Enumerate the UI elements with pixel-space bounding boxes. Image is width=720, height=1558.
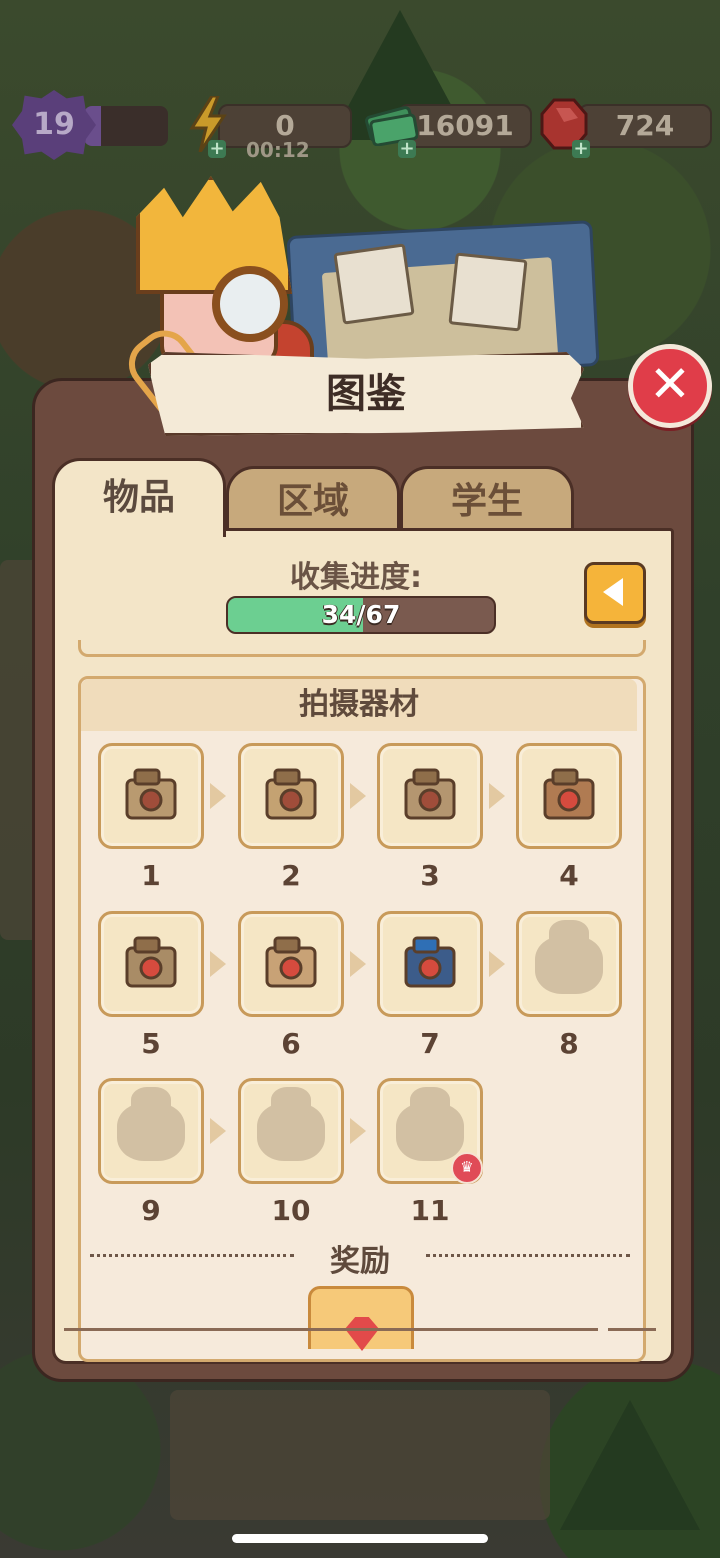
previous-category-edge xyxy=(78,640,646,657)
add-energy-icon[interactable]: + xyxy=(208,140,226,158)
item-number: 4 xyxy=(559,859,579,892)
camera-stage-2-icon xyxy=(241,746,341,846)
reward-item-card[interactable] xyxy=(308,1286,414,1351)
tab-label: 物品 xyxy=(102,477,175,518)
collapse-arrow-button[interactable] xyxy=(584,562,646,624)
collection-item-card[interactable] xyxy=(377,743,483,849)
collection-item-card[interactable] xyxy=(238,743,344,849)
collection-item-card[interactable] xyxy=(98,911,204,1017)
level-progress-bar xyxy=(84,106,168,146)
item-number: 11 xyxy=(410,1194,450,1227)
category-title: 拍摄器材 xyxy=(81,679,637,731)
dotted-line xyxy=(426,1254,630,1257)
locked-silhouette-icon xyxy=(241,1081,341,1181)
camera-stage-3-icon xyxy=(380,746,480,846)
collection-item-card[interactable] xyxy=(98,743,204,849)
energy-timer: 00:12 xyxy=(246,138,310,162)
collection-progress-bar: 34/67 xyxy=(226,596,496,634)
tree-decoration xyxy=(560,1400,700,1530)
add-gems-icon[interactable]: + xyxy=(572,140,590,158)
next-arrow-icon xyxy=(210,783,226,809)
locked-silhouette-icon xyxy=(519,914,619,1014)
scroll-edge-line xyxy=(64,1328,598,1331)
camera-stage-5-icon xyxy=(101,914,201,1014)
camera-stage-6-icon xyxy=(241,914,341,1014)
collection-item-card[interactable] xyxy=(238,911,344,1017)
camera-stage-4-icon xyxy=(519,746,619,846)
item-number: 5 xyxy=(141,1027,161,1060)
next-arrow-icon xyxy=(489,951,505,977)
add-cash-icon[interactable]: + xyxy=(398,140,416,158)
close-button[interactable]: ✕ xyxy=(628,344,712,428)
item-number: 1 xyxy=(141,859,161,892)
tab-label: 学生 xyxy=(450,481,523,522)
tab-students[interactable]: 学生 xyxy=(400,466,574,533)
camera-stage-7-icon xyxy=(380,914,480,1014)
magnifying-glass-icon xyxy=(212,266,288,342)
item-number: 6 xyxy=(281,1027,301,1060)
level-number: 19 xyxy=(33,107,75,142)
item-number: 3 xyxy=(420,859,440,892)
collection-item-card[interactable] xyxy=(98,1078,204,1184)
next-arrow-icon xyxy=(350,1118,366,1144)
scroll-edge-line xyxy=(608,1328,656,1331)
next-arrow-icon xyxy=(210,951,226,977)
item-number: 10 xyxy=(271,1194,311,1227)
crown-icon: ♛ xyxy=(451,1152,483,1184)
dotted-line xyxy=(90,1254,294,1257)
reward-divider: 奖励 xyxy=(90,1236,630,1279)
item-number: 2 xyxy=(281,859,301,892)
level-badge[interactable]: 19 xyxy=(12,90,96,160)
collection-progress-label: 收集进度: xyxy=(290,560,422,595)
reward-label: 奖励 xyxy=(330,1244,390,1279)
next-arrow-icon xyxy=(350,783,366,809)
gem-counter[interactable]: 724 xyxy=(578,104,712,148)
item-number: 8 xyxy=(559,1027,579,1060)
tab-label: 区域 xyxy=(276,481,349,522)
next-arrow-icon xyxy=(350,951,366,977)
home-indicator[interactable] xyxy=(232,1534,488,1543)
locked-silhouette-icon xyxy=(101,1081,201,1181)
cash-counter[interactable]: 16091 xyxy=(398,104,532,148)
tab-areas[interactable]: 区域 xyxy=(226,466,400,533)
tab-items[interactable]: 物品 xyxy=(52,458,226,537)
collection-item-card[interactable] xyxy=(516,911,622,1017)
collection-item-card[interactable] xyxy=(238,1078,344,1184)
cash-value: 16091 xyxy=(416,109,514,142)
wall-decoration xyxy=(170,1390,550,1520)
progress-text: 34/67 xyxy=(321,600,401,629)
collection-item-card[interactable] xyxy=(377,911,483,1017)
next-arrow-icon xyxy=(489,783,505,809)
item-number: 9 xyxy=(141,1194,161,1227)
item-number: 7 xyxy=(420,1027,440,1060)
close-x-icon: ✕ xyxy=(649,355,691,413)
gem-value: 724 xyxy=(615,109,675,142)
next-arrow-icon xyxy=(210,1118,226,1144)
ruby-gem-icon xyxy=(345,1317,379,1351)
camera-stage-1-icon xyxy=(101,746,201,846)
plant-photo-card-icon xyxy=(333,243,415,325)
collection-item-card[interactable] xyxy=(516,743,622,849)
panel-title: 图鉴 xyxy=(148,352,584,436)
ribbon-photo-card-icon xyxy=(448,252,528,332)
